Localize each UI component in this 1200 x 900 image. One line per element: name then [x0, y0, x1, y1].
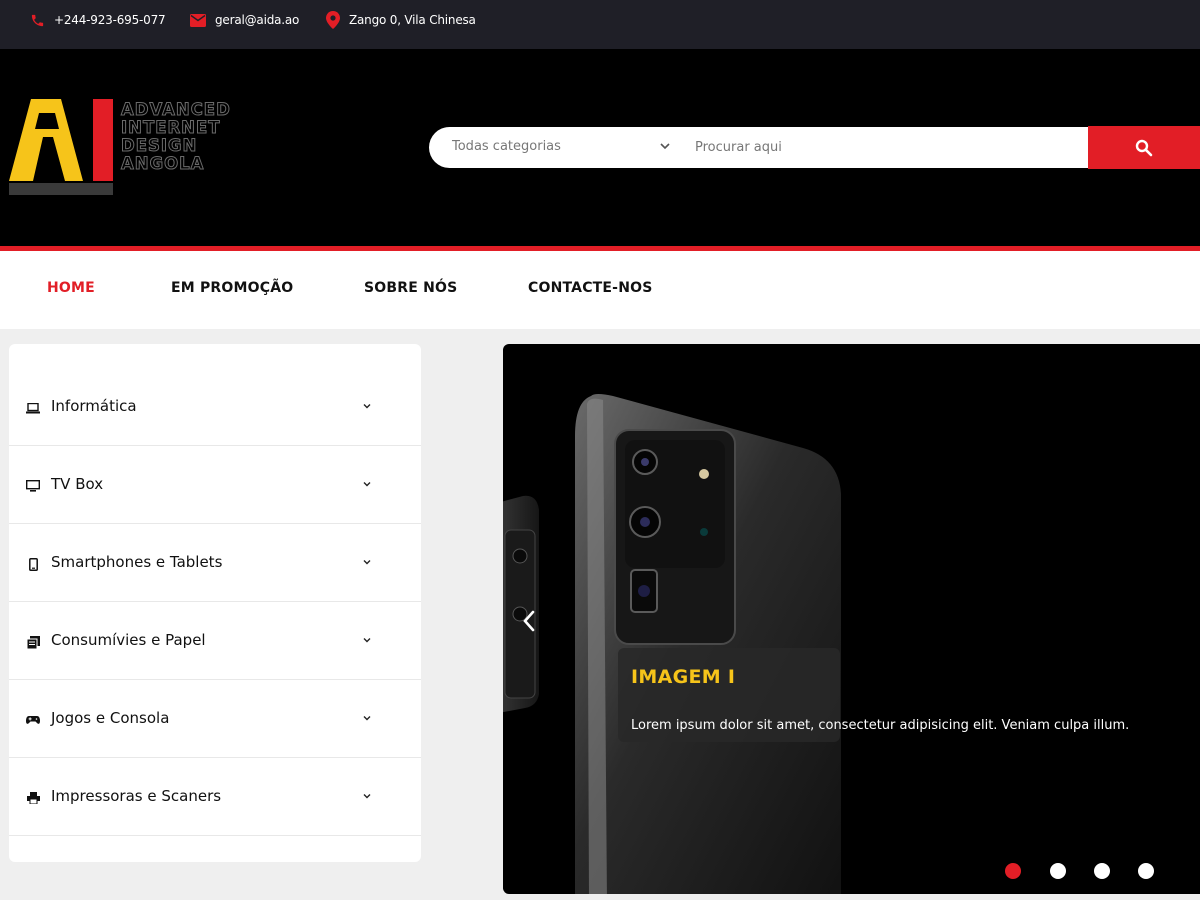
printer-icon	[26, 791, 40, 805]
site-header: ADVANCED INTERNET DESIGN ANGOLA Todas ca…	[0, 49, 1200, 246]
logo-word: INTERNET	[121, 118, 221, 137]
chevron-left-icon	[523, 610, 535, 632]
nav-home[interactable]: HOME	[47, 280, 95, 296]
hero-slider: IMAGEM I Lorem ipsum dolor sit amet, con…	[503, 344, 1200, 894]
category-item-consumiveis[interactable]: Consumívies e Papel	[9, 602, 421, 680]
mail-icon	[190, 13, 206, 27]
category-item-jogos[interactable]: Jogos e Consola	[9, 680, 421, 758]
chevron-down-icon[interactable]	[659, 140, 671, 152]
slider-dot-4[interactable]	[1138, 863, 1154, 879]
category-label: Consumívies e Papel	[51, 631, 206, 649]
category-label: Impressoras e Scaners	[51, 787, 222, 805]
contact-phone[interactable]: +244-923-695-077	[30, 11, 166, 29]
chevron-down-icon	[363, 404, 371, 409]
slider-dot-3[interactable]	[1094, 863, 1110, 879]
site-logo[interactable]: ADVANCED INTERNET DESIGN ANGOLA	[9, 99, 259, 199]
logo-mark	[9, 99, 113, 195]
nav-contact[interactable]: CONTACTE-NOS	[528, 280, 653, 296]
nav-about[interactable]: SOBRE NÓS	[364, 280, 457, 296]
category-select[interactable]: Todas categorias	[452, 139, 561, 154]
slide-image-smartphone	[503, 394, 841, 894]
address-text: Zango 0, Vila Chinesa	[349, 13, 476, 27]
search-bar: Todas categorias	[429, 126, 1200, 169]
gamepad-icon	[26, 713, 40, 727]
contact-address[interactable]: Zango 0, Vila Chinesa	[326, 11, 476, 29]
category-label: Smartphones e Tablets	[51, 553, 223, 571]
paper-icon	[26, 635, 40, 649]
chevron-down-icon	[363, 560, 371, 565]
phone-icon	[31, 14, 44, 26]
logo-word: ANGOLA	[120, 154, 205, 173]
chevron-down-icon	[363, 716, 371, 721]
category-label: Informática	[51, 397, 137, 415]
chevron-down-icon	[363, 482, 371, 487]
phone-text: +244-923-695-077	[54, 13, 166, 27]
category-item-impressoras[interactable]: Impressoras e Scaners	[9, 758, 421, 836]
smartphone-icon	[26, 557, 40, 571]
main-nav: HOME EM PROMOÇÃO SOBRE NÓS CONTACTE-NOS	[0, 251, 1200, 329]
search-icon	[1135, 139, 1153, 156]
slider-dot-2[interactable]	[1050, 863, 1066, 879]
chevron-down-icon	[363, 794, 371, 799]
chevron-down-icon	[363, 638, 371, 643]
contact-email[interactable]: geral@aida.ao	[190, 11, 299, 29]
category-sidebar: Informática TV Box Smartphones e Tablets…	[9, 344, 421, 862]
search-box: Todas categorias	[429, 127, 1091, 168]
nav-promotions[interactable]: EM PROMOÇÃO	[171, 280, 293, 296]
category-item-smartphones[interactable]: Smartphones e Tablets	[9, 524, 421, 602]
location-pin-icon	[326, 11, 340, 29]
slide-caption-text: Lorem ipsum dolor sit amet, consectetur …	[631, 718, 1130, 733]
email-text: geral@aida.ao	[215, 13, 300, 27]
slider-prev-button[interactable]	[519, 608, 539, 634]
slider-dot-1[interactable]	[1005, 863, 1021, 879]
logo-word: ADVANCED	[121, 100, 231, 119]
category-item-tvbox[interactable]: TV Box	[9, 446, 421, 524]
category-item-informatica[interactable]: Informática	[9, 368, 421, 446]
search-input[interactable]	[695, 128, 1085, 167]
category-label: Jogos e Consola	[51, 709, 170, 727]
slide-caption-title: IMAGEM I	[631, 666, 736, 688]
top-bar: +244-923-695-077 geral@aida.ao Zango 0, …	[0, 0, 1200, 49]
tv-icon	[26, 479, 40, 493]
logo-word: DESIGN	[120, 136, 198, 155]
search-button[interactable]	[1088, 126, 1200, 169]
category-label: TV Box	[51, 475, 104, 493]
laptop-icon	[26, 401, 40, 415]
